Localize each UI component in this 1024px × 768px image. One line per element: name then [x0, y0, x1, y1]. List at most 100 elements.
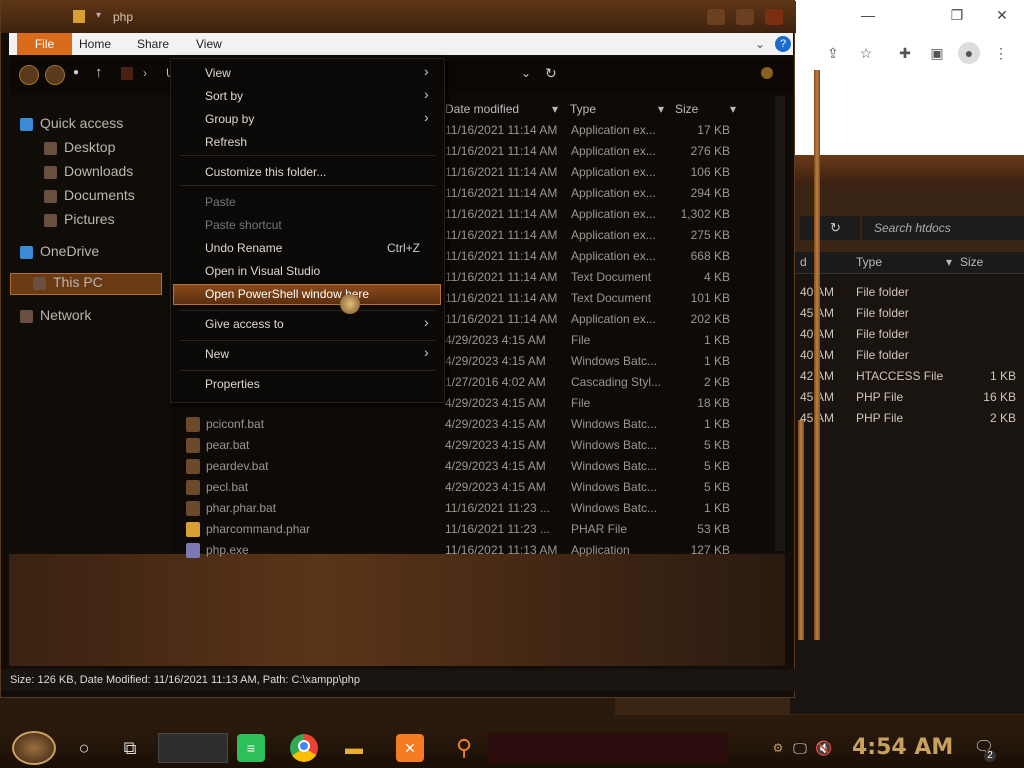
tab-home[interactable]: Home — [79, 33, 111, 55]
context-menu-item[interactable]: Customize this folder... — [170, 165, 445, 181]
context-menu-item[interactable]: Give access to › — [170, 314, 445, 333]
recent-dropdown-icon[interactable]: ● — [73, 67, 79, 78]
context-menu-item[interactable]: Undo Rename Ctrl+Z — [170, 241, 445, 257]
table-row[interactable]: 40 AM File folder — [800, 324, 1024, 345]
volume-muted-icon[interactable]: 🔇 — [810, 734, 838, 762]
menu-item-label: Refresh — [205, 135, 248, 149]
context-menu-item[interactable]: Open in Visual Studio — [170, 264, 445, 280]
minimize-button[interactable]: — — [856, 5, 880, 25]
qat-dropdown-icon[interactable]: ▾ — [96, 10, 101, 21]
forward-button[interactable] — [45, 65, 65, 85]
table-row[interactable]: 45 AM PHP File 2 KB — [800, 408, 1024, 429]
taskbar-slot[interactable] — [158, 733, 228, 763]
sidebar-item[interactable]: Pictures — [38, 211, 164, 231]
close-button[interactable] — [765, 9, 783, 25]
context-menu-item[interactable]: New › — [170, 344, 445, 363]
context-menu-item[interactable]: Sort by › — [170, 86, 445, 105]
sidebar-item[interactable]: Network — [14, 307, 164, 327]
task-view-icon[interactable]: ⧉ — [116, 734, 144, 762]
ribbon-expand-chevron-icon[interactable]: ⌄ — [755, 33, 765, 55]
menu-item-label: Customize this folder... — [205, 165, 327, 179]
file-date: 4/29/2023 4:15 AM — [445, 354, 546, 368]
table-row[interactable]: 45 AM PHP File 16 KB — [800, 387, 1024, 408]
tab-share[interactable]: Share — [137, 33, 169, 55]
table-row[interactable]: 45 AM File folder — [800, 303, 1024, 324]
col-sort-chevron-icon[interactable]: ▾ — [946, 255, 952, 269]
sidebar-item[interactable]: Documents — [38, 187, 164, 207]
search-input[interactable]: Search htdocs — [862, 216, 1024, 240]
close-button[interactable]: ✕ — [990, 5, 1014, 25]
refresh-icon[interactable]: ↻ — [800, 216, 860, 240]
context-menu-item[interactable]: Group by › — [170, 109, 445, 128]
xampp-icon[interactable]: ✕ — [396, 734, 424, 762]
col-size[interactable]: Size — [960, 255, 983, 269]
file-size: 106 KB — [690, 165, 730, 179]
context-menu-item[interactable]: Open PowerShell window here — [170, 287, 445, 303]
chrome-icon[interactable] — [290, 734, 318, 762]
status-bar: Size: 126 KB, Date Modified: 11/16/2021 … — [1, 669, 796, 691]
table-row[interactable]: pciconf.bat 4/29/2023 4:15 AM Windows Batc… — [180, 414, 750, 435]
chrome-menu-icon[interactable]: ⋮ — [990, 42, 1012, 64]
table-row[interactable]: 40 AM File folder — [800, 282, 1024, 303]
file-type: Windows Batc... — [571, 501, 658, 515]
restore-button[interactable]: ❐ — [945, 5, 969, 25]
refresh-icon[interactable]: ↻ — [545, 65, 557, 82]
taskbar-clock[interactable]: 4:54 AM — [852, 735, 953, 760]
col-size[interactable]: Size — [675, 98, 698, 120]
table-row[interactable]: pecl.bat 4/29/2023 4:15 AM Windows Batc...… — [180, 477, 750, 498]
context-menu-item: Paste — [170, 195, 445, 211]
tab-view[interactable]: View — [196, 33, 222, 55]
back-button[interactable] — [19, 65, 39, 85]
context-menu-item: Paste shortcut — [170, 218, 445, 234]
search-magnifier-icon[interactable]: ⚲ — [450, 734, 478, 762]
sidebar-item[interactable]: Desktop — [38, 139, 164, 159]
table-row[interactable]: pharcommand.phar 11/16/2021 11:23 ... PHAR… — [180, 519, 750, 540]
file-size: 1 KB — [703, 501, 730, 515]
sidebar-item-label: Desktop — [64, 139, 116, 155]
table-row[interactable]: pear.bat 4/29/2023 4:15 AM Windows Batc...… — [180, 435, 750, 456]
help-icon[interactable]: ? — [775, 36, 791, 52]
col-type[interactable]: Type — [570, 98, 596, 120]
file-type: File folder — [856, 327, 909, 341]
file-type: File folder — [856, 306, 909, 320]
share-icon[interactable]: ⇪ — [822, 42, 844, 64]
col-sort-chevron-icon[interactable]: ▾ — [658, 98, 664, 120]
sidepanel-icon[interactable]: ▣ — [926, 42, 948, 64]
table-row[interactable]: 40 AM File folder — [800, 345, 1024, 366]
context-menu-item[interactable]: View › — [170, 63, 445, 82]
extensions-icon[interactable]: ✚ — [894, 42, 916, 64]
table-row[interactable]: 42 AM HTACCESS File 1 KB — [800, 366, 1024, 387]
file-type: PHP File — [856, 411, 904, 425]
table-row[interactable]: peardev.bat 4/29/2023 4:15 AM Windows Batc… — [180, 456, 750, 477]
titlebar: ▾ php — [1, 1, 796, 33]
scrollbar[interactable] — [775, 96, 785, 551]
file-size: 1 KB — [703, 417, 730, 431]
context-menu-item[interactable]: Refresh — [170, 135, 445, 151]
start-button[interactable] — [12, 731, 56, 765]
file-name: pear.bat — [206, 438, 250, 452]
sidebar-item[interactable]: Downloads — [38, 163, 164, 183]
tab-file[interactable]: File — [17, 33, 72, 55]
address-dropdown-icon[interactable]: ⌄ — [521, 66, 531, 80]
sidebar-item[interactable]: Quick access — [14, 115, 164, 135]
col-sort-chevron-icon[interactable]: ▾ — [552, 98, 558, 120]
minimize-button[interactable] — [707, 9, 725, 25]
bookmark-star-icon[interactable]: ☆ — [855, 42, 877, 64]
sidebar-item-label: OneDrive — [40, 243, 100, 259]
table-row[interactable]: phar.phar.bat 11/16/2021 11:23 ... Windows… — [180, 498, 750, 519]
maximize-button[interactable] — [736, 9, 754, 25]
col-date-modified[interactable]: Date modified — [445, 98, 519, 120]
col-date[interactable]: d — [800, 255, 807, 269]
menu-separator — [180, 155, 435, 156]
file-explorer-icon[interactable]: ▬ — [340, 734, 368, 762]
col-type[interactable]: Type — [856, 255, 882, 269]
col-sort-chevron-icon[interactable]: ▾ — [730, 98, 736, 120]
search-circle-icon[interactable]: ○ — [70, 734, 98, 762]
sidebar-item[interactable]: OneDrive — [14, 243, 164, 263]
context-menu-item[interactable]: Properties — [170, 377, 445, 393]
profile-avatar[interactable]: ● — [958, 42, 980, 64]
up-arrow-icon[interactable]: ↑ — [95, 64, 103, 81]
table-row[interactable]: php.exe 11/16/2021 11:13 AM Application 127… — [180, 540, 750, 561]
sidebar-item[interactable]: This PC — [10, 273, 162, 295]
spotify-icon[interactable]: ≡ — [237, 734, 265, 762]
